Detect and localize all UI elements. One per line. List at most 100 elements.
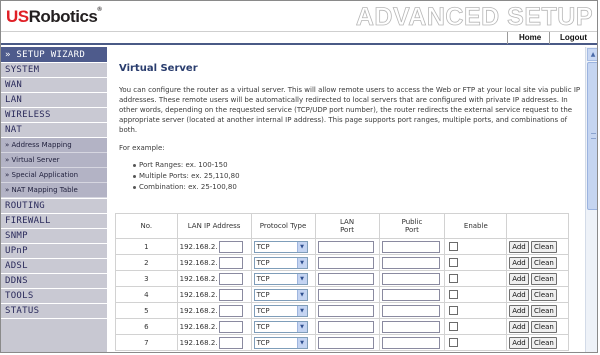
enable-checkbox[interactable] <box>449 306 459 315</box>
public-port-input[interactable] <box>381 272 440 285</box>
clean-button[interactable]: Clean <box>531 272 557 285</box>
clean-button[interactable]: Clean <box>531 256 557 269</box>
lan-ip-input[interactable] <box>218 288 243 301</box>
lan-port-input[interactable] <box>317 304 374 317</box>
scroll-up-arrow-icon[interactable]: ▲ <box>587 48 597 61</box>
clean-button[interactable]: Clean <box>531 240 557 253</box>
sidebar-item-nat[interactable]: NAT <box>1 123 107 138</box>
lan-ip-input[interactable] <box>218 320 243 333</box>
enable-checkbox[interactable] <box>449 258 459 267</box>
page-title: Virtual Server <box>119 63 198 74</box>
sidebar-item-lan[interactable]: LAN <box>1 93 107 108</box>
setup-wizard-link[interactable]: » SETUP WIZARD <box>1 47 107 63</box>
sidebar-item-status[interactable]: STATUS <box>1 304 107 319</box>
protocol-value: TCP <box>256 290 270 299</box>
main-content: Virtual Server You can configure the rou… <box>107 47 585 352</box>
add-button[interactable]: Add <box>509 288 529 301</box>
public-port-input[interactable] <box>381 336 440 349</box>
public-port-input[interactable] <box>381 256 440 269</box>
lan-port-input[interactable] <box>317 336 374 349</box>
submenu-address-mapping[interactable]: » Address Mapping <box>1 138 107 153</box>
protocol-select[interactable]: TCP ▼ <box>253 240 308 253</box>
sidebar-item-ddns[interactable]: DDNS <box>1 274 107 289</box>
sidebar-item-tools[interactable]: TOOLS <box>1 289 107 304</box>
public-port-input[interactable] <box>381 240 440 253</box>
actions-cell: Add Clean <box>506 238 569 255</box>
dropdown-arrow-icon[interactable]: ▼ <box>296 305 307 316</box>
protocol-cell: TCP ▼ <box>250 270 316 287</box>
submenu-nat-mapping-table[interactable]: » NAT Mapping Table <box>1 183 107 198</box>
lan-ip-input[interactable] <box>218 240 243 253</box>
clean-button[interactable]: Clean <box>531 304 557 317</box>
enable-checkbox[interactable] <box>449 322 459 331</box>
lan-port-input[interactable] <box>317 320 374 333</box>
enable-checkbox[interactable] <box>449 242 459 251</box>
sidebar-item-routing[interactable]: ROUTING <box>1 199 107 214</box>
lan-ip-input[interactable] <box>218 336 243 349</box>
dropdown-arrow-icon[interactable]: ▼ <box>296 257 307 268</box>
row-number: 6 <box>115 318 178 335</box>
scrollbar-thumb[interactable] <box>587 62 597 210</box>
enable-checkbox[interactable] <box>449 338 459 347</box>
enable-checkbox[interactable] <box>449 274 459 283</box>
lan-port-cell <box>314 254 380 271</box>
header: USRobotics® ADVANCED SETUP <box>1 1 597 31</box>
lan-ip-input[interactable] <box>218 256 243 269</box>
public-port-input[interactable] <box>381 320 440 333</box>
dropdown-arrow-icon[interactable]: ▼ <box>296 321 307 332</box>
sidebar-item-snmp[interactable]: SNMP <box>1 229 107 244</box>
add-button[interactable]: Add <box>509 272 529 285</box>
clean-button[interactable]: Clean <box>531 320 557 333</box>
lan-ip-input[interactable] <box>218 304 243 317</box>
lan-ip-cell: 192.168.2. <box>176 286 252 303</box>
row-number: 1 <box>115 238 178 255</box>
lan-port-cell <box>314 334 380 351</box>
sidebar-item-adsl[interactable]: ADSL <box>1 259 107 274</box>
clean-button[interactable]: Clean <box>531 288 557 301</box>
add-button[interactable]: Add <box>509 320 529 333</box>
clean-button[interactable]: Clean <box>531 336 557 349</box>
dropdown-arrow-icon[interactable]: ▼ <box>296 289 307 300</box>
example-port-ranges: Port Ranges: ex. 100-150 <box>133 160 585 171</box>
header-lan-port-text: LAN Port <box>339 218 355 234</box>
protocol-select[interactable]: TCP ▼ <box>253 256 308 269</box>
add-button[interactable]: Add <box>509 304 529 317</box>
lan-ip-cell: 192.168.2. <box>176 254 252 271</box>
lan-port-input[interactable] <box>317 288 374 301</box>
add-button[interactable]: Add <box>509 256 529 269</box>
protocol-select[interactable]: TCP ▼ <box>253 320 308 333</box>
protocol-select[interactable]: TCP ▼ <box>253 272 308 285</box>
add-button[interactable]: Add <box>509 240 529 253</box>
vertical-scrollbar[interactable]: ▲ <box>585 47 597 352</box>
ip-prefix: 192.168.2. <box>179 242 218 251</box>
lan-port-input[interactable] <box>317 256 374 269</box>
sidebar-item-wireless[interactable]: WIRELESS <box>1 108 107 123</box>
lan-port-input[interactable] <box>317 272 374 285</box>
dropdown-arrow-icon[interactable]: ▼ <box>296 241 307 252</box>
submenu-virtual-server[interactable]: » Virtual Server <box>1 153 107 168</box>
sidebar-item-system[interactable]: SYSTEM <box>1 63 107 78</box>
row-number: 2 <box>115 254 178 271</box>
ip-prefix: 192.168.2. <box>179 322 218 331</box>
public-port-input[interactable] <box>381 288 440 301</box>
protocol-select[interactable]: TCP ▼ <box>253 288 308 301</box>
add-button[interactable]: Add <box>509 336 529 349</box>
dropdown-arrow-icon[interactable]: ▼ <box>296 337 307 348</box>
dropdown-arrow-icon[interactable]: ▼ <box>296 273 307 284</box>
lan-ip-cell: 192.168.2. <box>176 302 252 319</box>
sidebar-item-wan[interactable]: WAN <box>1 78 107 93</box>
enable-checkbox[interactable] <box>449 290 459 299</box>
protocol-cell: TCP ▼ <box>250 318 316 335</box>
protocol-select[interactable]: TCP ▼ <box>253 304 308 317</box>
sidebar-item-firewall[interactable]: FIREWALL <box>1 214 107 229</box>
protocol-select[interactable]: TCP ▼ <box>253 336 308 349</box>
logout-link[interactable]: Logout <box>560 33 587 42</box>
public-port-cell <box>378 286 446 303</box>
lan-port-input[interactable] <box>317 240 374 253</box>
public-port-input[interactable] <box>381 304 440 317</box>
sidebar-item-upnp[interactable]: UPnP <box>1 244 107 259</box>
protocol-value: TCP <box>256 242 270 251</box>
submenu-special-application[interactable]: » Special Application <box>1 168 107 183</box>
home-link[interactable]: Home <box>519 33 541 42</box>
lan-ip-input[interactable] <box>218 272 243 285</box>
